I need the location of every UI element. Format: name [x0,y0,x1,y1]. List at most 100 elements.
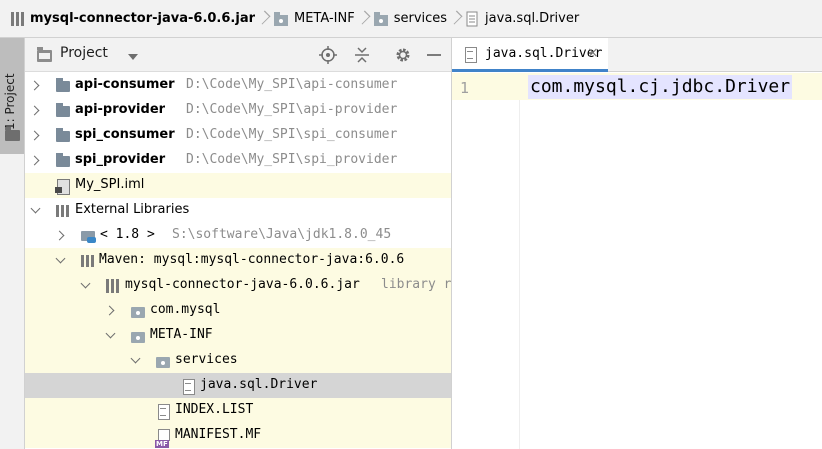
tree-item-jdk[interactable]: < 1.8 > S:\software\Java\jdk1.8.0_45 [25,223,451,248]
tree-item-label: < 1.8 > [100,227,155,242]
code-text[interactable]: com.mysql.cj.jdbc.Driver [528,75,793,99]
tree-item-label: META-INF [150,327,213,342]
editor-tab-label: java.sql.Driver [485,46,603,61]
tree-item-api-consumer[interactable]: api-consumer D:\Code\My_SPI\api-consumer [25,73,451,98]
breadcrumb-label: mysql-connector-java-6.0.6.jar [30,11,255,26]
chevron-down-icon[interactable] [129,354,141,366]
tree-item-services[interactable]: services [25,348,451,373]
tree-item-label: My_SPI.iml [75,177,145,192]
locate-icon[interactable] [319,46,337,64]
project-view-selector[interactable]: Project [60,45,108,61]
tree-item-path: S:\software\Java\jdk1.8.0_45 [172,227,392,242]
tree-item-external-libraries[interactable]: External Libraries [25,198,451,223]
folder-icon [5,127,20,141]
chevron-down-icon[interactable] [29,204,41,216]
package-folder-icon [130,328,146,344]
project-folder-icon [37,47,52,62]
tree-item-label: com.mysql [150,302,221,317]
package-folder-icon [155,353,171,369]
tree-item-label: java.sql.Driver [200,377,318,392]
maven-library-icon [80,253,96,269]
module-folder-icon [55,128,71,144]
tree-item-com-mysql[interactable]: com.mysql [25,298,451,323]
tree-item-index-list[interactable]: INDEX.LIST [25,398,451,423]
tree-item-path: D:\Code\My_SPI\api-provider [186,102,398,117]
editor-area: java.sql.Driver × 1 com.mysql.cj.jdbc.Dr… [452,38,822,449]
chevron-down-icon[interactable] [79,279,91,291]
tree-item-meta-inf[interactable]: META-INF [25,323,451,348]
jar-icon [11,11,24,26]
breadcrumb-label: java.sql.Driver [485,11,580,26]
manifest-badge-icon: MF [155,440,169,448]
tree-item-label: spi_provider [75,152,166,167]
left-tool-stripe: 1: Project [0,38,25,449]
tree-item-label: MANIFEST.MF [175,427,262,442]
jar-icon [105,278,121,294]
text-file-icon [155,403,171,420]
project-tool-tab[interactable]: 1: Project [0,38,24,154]
tree-item-path: D:\Code\My_SPI\spi_provider [186,152,398,167]
project-tool-tab-label: 1: Project [3,73,17,130]
breadcrumb-separator [359,9,369,29]
breadcrumb-item-services[interactable]: services [373,0,447,38]
line-number-gutter [452,73,520,449]
text-file-icon [180,378,196,395]
tree-item-connector-jar[interactable]: mysql-connector-java-6.0.6.jar library r [25,273,452,298]
jdk-icon [80,228,96,244]
collapse-all-icon[interactable] [353,46,371,64]
breadcrumb-item-jar[interactable]: mysql-connector-java-6.0.6.jar [10,0,255,38]
breadcrumb-label: services [393,11,448,26]
iml-file-icon [55,178,71,195]
tree-item-label: External Libraries [75,202,190,217]
module-folder-icon [55,103,71,119]
minimize-icon[interactable] [425,46,443,64]
chevron-right-icon[interactable] [29,129,41,141]
folder-icon [373,11,388,26]
tree-item-spi-consumer[interactable]: spi_consumer D:\Code\My_SPI\spi_consumer [25,123,451,148]
project-panel-header: Project [25,38,451,72]
tree-item-maven-library[interactable]: Maven: mysql:mysql-connector-java:6.0.6 [25,248,451,273]
breadcrumb-item-meta-inf[interactable]: META-INF [273,0,355,38]
tree-item-path: library r [381,277,452,292]
breadcrumb-separator [451,9,461,29]
package-folder-icon [130,303,146,319]
tree-item-label: Maven: mysql:mysql-connector-java:6.0.6 [99,252,405,267]
editor-tab-java-sql-driver[interactable]: java.sql.Driver × [452,38,608,72]
project-panel: Project api-consumer D:\Code\My_SPI\api-… [25,38,452,449]
chevron-down-icon[interactable] [104,329,116,341]
tree-item-label: mysql-connector-java-6.0.6.jar [125,277,360,292]
navigation-breadcrumb: mysql-connector-java-6.0.6.jar META-INF … [0,0,822,38]
text-file-icon [464,47,478,63]
tree-item-label: spi_consumer [75,127,175,142]
breadcrumb-separator [259,9,269,29]
close-icon[interactable]: × [587,45,599,61]
tree-item-path: D:\Code\My_SPI\spi_consumer [186,127,398,142]
tree-item-spi-provider[interactable]: spi_provider D:\Code\My_SPI\spi_provider [25,148,451,173]
tree-item-label: INDEX.LIST [175,402,254,417]
tree-item-manifest-mf[interactable]: MF MANIFEST.MF [25,423,451,448]
chevron-right-icon[interactable] [29,154,41,166]
text-file-icon [466,11,478,26]
chevron-right-icon[interactable] [104,304,116,316]
module-folder-icon [55,78,71,94]
editor-tab-bar: java.sql.Driver × [452,38,822,72]
chevron-right-icon[interactable] [29,104,41,116]
gear-icon[interactable] [394,46,412,64]
chevron-down-icon[interactable] [128,54,138,60]
tree-item-my-spi-iml[interactable]: My_SPI.iml [25,173,451,198]
chevron-right-icon[interactable] [29,79,41,91]
chevron-down-icon[interactable] [54,254,66,266]
tree-item-path: D:\Code\My_SPI\api-consumer [186,77,398,92]
tree-item-api-provider[interactable]: api-provider D:\Code\My_SPI\api-provider [25,98,451,123]
tree-item-label: api-provider [75,102,166,117]
libraries-icon [55,203,71,219]
breadcrumb-label: META-INF [294,11,355,26]
tree-item-java-sql-driver[interactable]: java.sql.Driver [25,373,451,398]
folder-icon [274,11,288,26]
line-number: 1 [460,79,470,97]
chevron-right-icon[interactable] [54,229,66,241]
tree-item-label: services [175,352,238,367]
breadcrumb-item-java-sql-driver[interactable]: java.sql.Driver [465,0,579,38]
tree-item-label: api-consumer [75,77,175,92]
module-folder-icon [55,153,71,169]
